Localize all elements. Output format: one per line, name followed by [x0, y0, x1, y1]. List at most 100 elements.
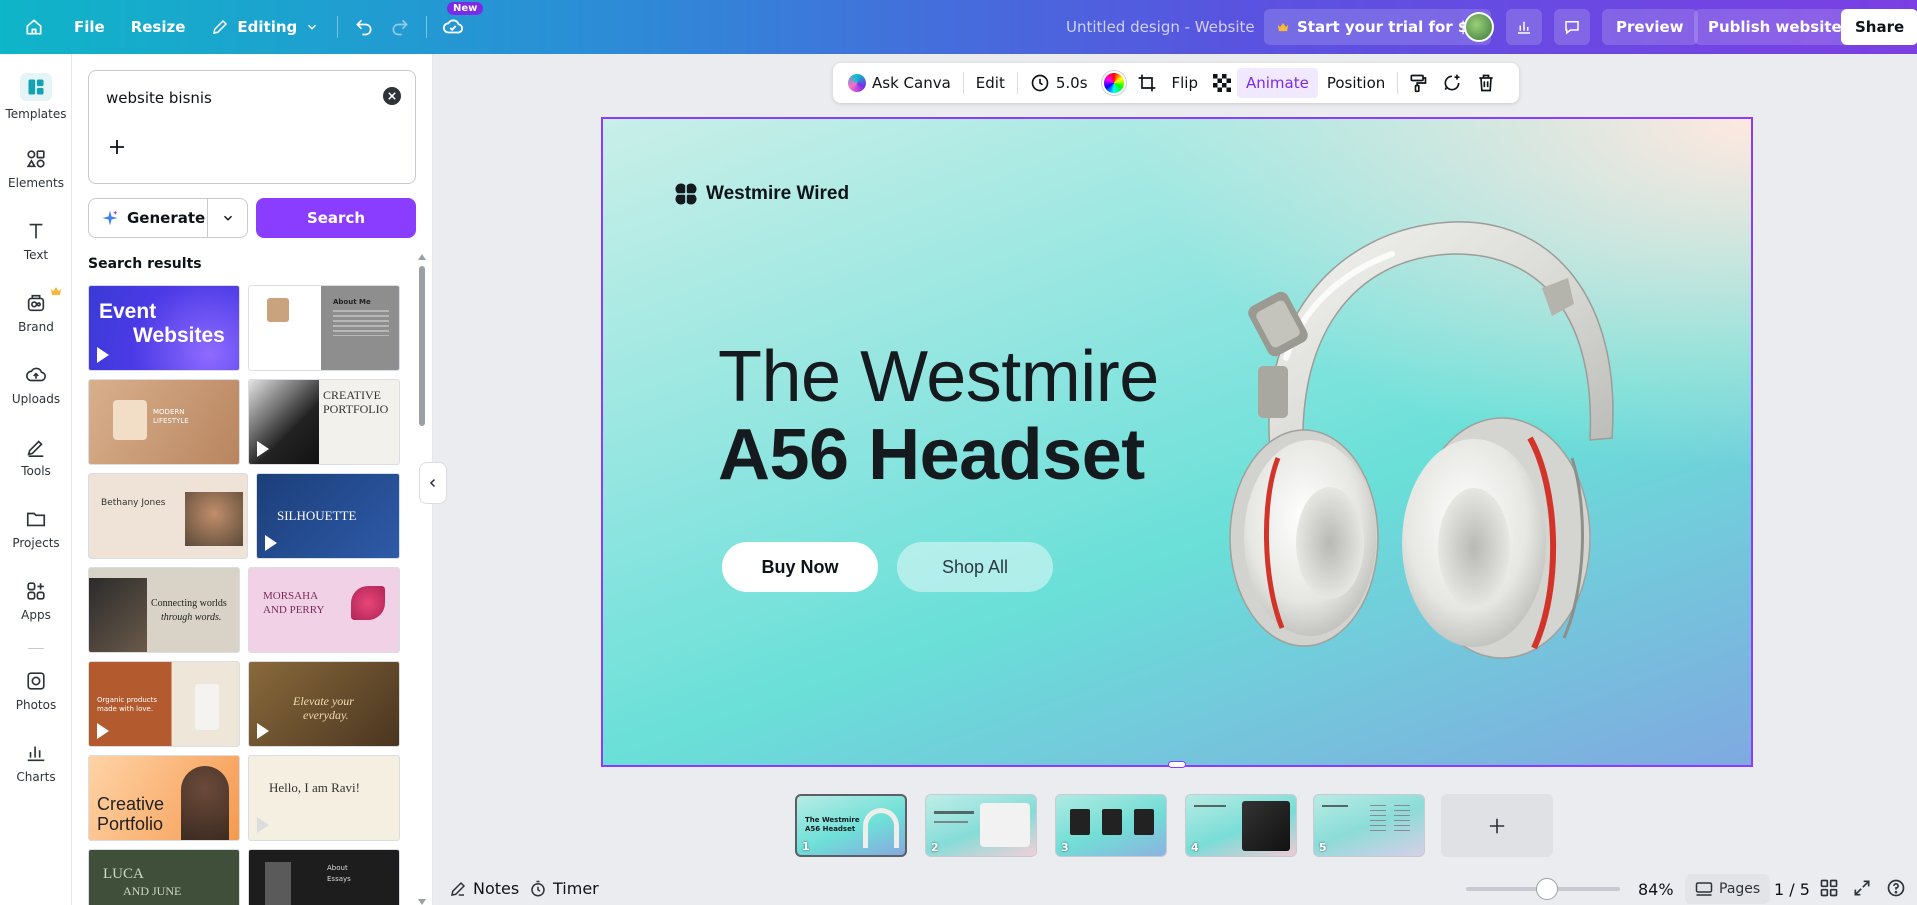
template-title: PORTFOLIO: [323, 402, 389, 416]
preview-button[interactable]: Preview: [1602, 9, 1698, 45]
template-thumb[interactable]: Creative Portfolio: [88, 755, 240, 841]
add-comment-button[interactable]: [1435, 68, 1469, 98]
template-thumb[interactable]: MORSAHA AND PERRY: [248, 567, 400, 653]
add-filter-icon[interactable]: [107, 137, 127, 157]
help-button[interactable]: [1886, 878, 1906, 898]
design-canvas[interactable]: Westmire Wired The Westmire A56 Headset …: [602, 118, 1752, 766]
undo-button[interactable]: [346, 9, 382, 45]
fullscreen-button[interactable]: [1852, 878, 1872, 898]
search-input[interactable]: website bisnis: [106, 89, 212, 107]
canvas-resize-handle[interactable]: [1168, 761, 1186, 768]
document-title[interactable]: Untitled design - Website: [1066, 18, 1255, 36]
search-button[interactable]: Search: [256, 198, 416, 238]
headline-line-2[interactable]: A56 Headset: [718, 414, 1145, 496]
template-thumb[interactable]: CREATIVE PORTFOLIO: [248, 379, 400, 465]
position-button[interactable]: Position: [1318, 68, 1394, 98]
resize-button[interactable]: Resize: [121, 9, 196, 45]
scroll-up-arrow[interactable]: [418, 254, 426, 260]
zoom-level[interactable]: 84%: [1638, 880, 1674, 899]
close-icon: [388, 92, 396, 100]
template-thumb[interactable]: Connecting worlds through words.: [88, 567, 240, 653]
rail-item-text[interactable]: Text: [0, 210, 72, 272]
template-thumb[interactable]: About Essays: [248, 849, 400, 905]
rail-item-charts[interactable]: Charts: [0, 732, 72, 794]
template-thumb[interactable]: Event Websites: [88, 285, 240, 371]
duration-button[interactable]: 5.0s: [1021, 68, 1097, 98]
copy-style-button[interactable]: [1401, 68, 1435, 98]
file-menu[interactable]: File: [64, 9, 115, 45]
template-title: LUCA: [103, 866, 144, 882]
redo-button[interactable]: [382, 9, 418, 45]
play-icon: [257, 817, 269, 833]
generate-button[interactable]: Generate: [89, 199, 208, 237]
generate-split-button: Generate: [88, 198, 248, 238]
home-button[interactable]: [16, 9, 52, 45]
editing-label: Editing: [237, 18, 298, 36]
comments-button[interactable]: [1554, 9, 1590, 45]
play-icon: [257, 441, 269, 457]
page-thumb-1[interactable]: The Westmire A56 Headset 1: [795, 794, 907, 857]
notes-button[interactable]: Notes: [449, 879, 519, 898]
buy-now-button[interactable]: Buy Now: [722, 542, 878, 592]
delete-button[interactable]: [1469, 68, 1503, 98]
undo-icon: [356, 19, 372, 36]
pages-button[interactable]: Pages: [1685, 874, 1771, 904]
publish-website-button[interactable]: Publish website: [1694, 9, 1856, 45]
template-thumb[interactable]: Hello, I am Ravi!: [248, 755, 400, 841]
scroll-down-arrow[interactable]: [418, 899, 426, 905]
page-number: 2: [931, 841, 939, 854]
rail-item-projects[interactable]: Projects: [0, 498, 72, 560]
template-thumb[interactable]: LUCA AND JUNE: [88, 849, 240, 905]
user-avatar[interactable]: [1464, 12, 1494, 42]
search-results-heading: Search results: [88, 256, 202, 272]
timer-button[interactable]: Timer: [529, 879, 599, 898]
rail-item-photos[interactable]: Photos: [0, 660, 72, 722]
color-picker-button[interactable]: [1097, 68, 1131, 98]
start-trial-button[interactable]: Start your trial for $0: [1264, 9, 1491, 45]
template-thumb[interactable]: SILHOUETTE: [256, 473, 400, 559]
page-thumb-3[interactable]: 3: [1055, 794, 1167, 857]
headset-image[interactable]: [1212, 208, 1632, 678]
collapse-panel-button[interactable]: [419, 462, 447, 504]
play-icon: [97, 347, 109, 363]
flip-button[interactable]: Flip: [1163, 68, 1207, 98]
page-thumb-5[interactable]: 5: [1313, 794, 1425, 857]
grid-view-button[interactable]: [1819, 878, 1839, 898]
rail-item-brand[interactable]: Brand: [0, 282, 72, 344]
template-thumb[interactable]: Elevate your everyday.: [248, 661, 400, 747]
brand-logo[interactable]: Westmire Wired: [674, 182, 849, 206]
timer-icon: [531, 880, 545, 896]
rail-item-apps[interactable]: Apps: [0, 570, 72, 632]
pages-label: Pages: [1719, 881, 1761, 897]
share-button[interactable]: Share: [1841, 9, 1917, 45]
edit-button[interactable]: Edit: [967, 68, 1014, 98]
insights-button[interactable]: [1506, 9, 1542, 45]
panel-scroll-thumb[interactable]: [419, 266, 425, 426]
toolbar-divider: [1397, 72, 1399, 94]
animate-button[interactable]: Animate: [1237, 68, 1318, 98]
rail-item-uploads[interactable]: Uploads: [0, 354, 72, 416]
add-page-button[interactable]: [1441, 794, 1553, 857]
transparency-button[interactable]: [1207, 68, 1237, 98]
headline-line-1[interactable]: The Westmire: [718, 336, 1159, 418]
editing-mode-button[interactable]: Editing: [201, 9, 329, 45]
zoom-slider-handle[interactable]: [1536, 878, 1558, 900]
template-thumb[interactable]: Organic products made with love.: [88, 661, 240, 747]
search-box[interactable]: website bisnis: [88, 70, 416, 184]
rail-item-templates[interactable]: Templates: [0, 66, 72, 128]
template-thumb[interactable]: MODERN LIFESTYLE: [88, 379, 240, 465]
template-thumb[interactable]: Bethany Jones: [88, 473, 248, 559]
page-thumb-4[interactable]: 4: [1185, 794, 1297, 857]
page-number: 1: [802, 840, 810, 853]
page-thumb-2[interactable]: 2: [925, 794, 1037, 857]
generate-options-button[interactable]: [208, 211, 247, 225]
template-thumb[interactable]: About Me: [248, 285, 400, 371]
crop-button[interactable]: [1131, 68, 1163, 98]
toolbar-divider: [1016, 72, 1018, 94]
ask-canva-button[interactable]: Ask Canva: [839, 68, 960, 98]
rail-item-elements[interactable]: Elements: [0, 138, 72, 200]
rail-item-tools[interactable]: Tools: [0, 426, 72, 488]
shop-all-button[interactable]: Shop All: [897, 542, 1053, 592]
clear-search-button[interactable]: [383, 87, 401, 105]
crown-icon: [51, 287, 61, 295]
